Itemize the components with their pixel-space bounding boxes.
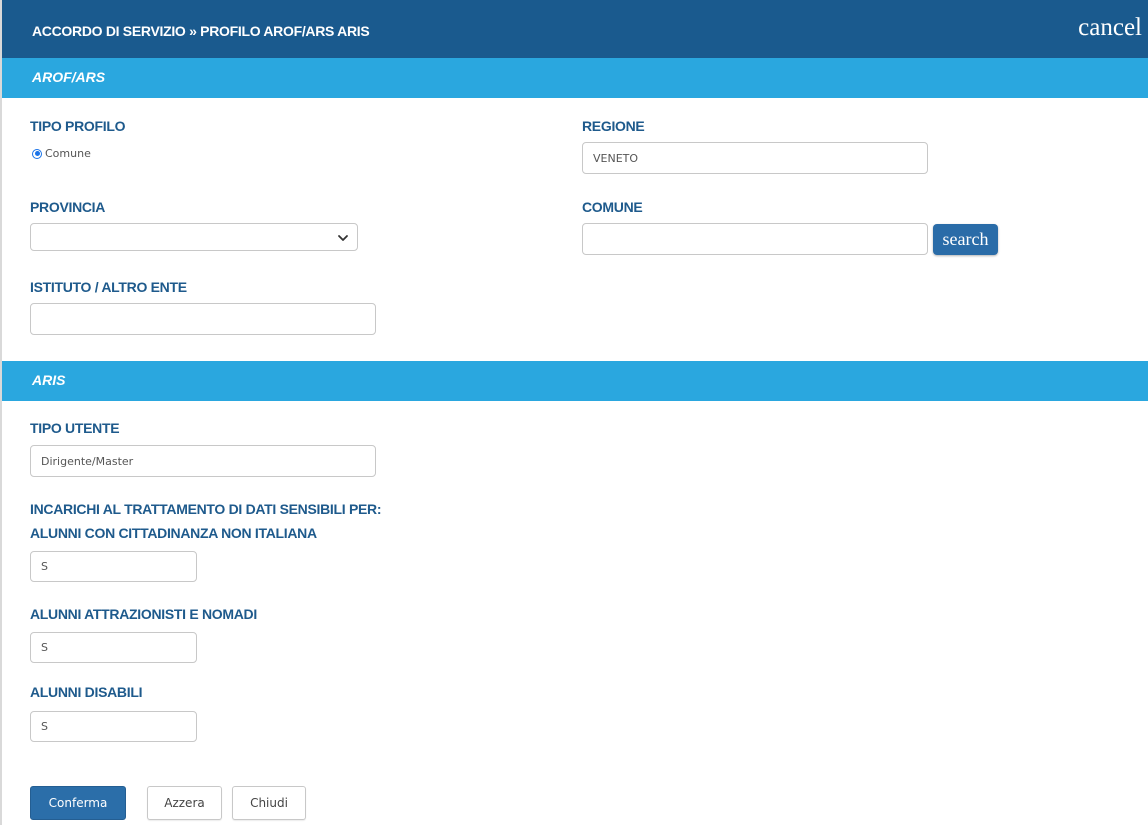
disabili-value: S	[41, 720, 48, 733]
title-bar: ACCORDO DI SERVIZIO » PROFILO AROF/ARS A…	[2, 0, 1148, 58]
regione-value: VENETO	[593, 151, 639, 165]
radio-selected-icon[interactable]	[32, 148, 42, 159]
tipo-utente-label: TIPO UTENTE	[30, 420, 120, 436]
incarichi-label: INCARICHI AL TRATTAMENTO DI DATI SENSIBI…	[30, 501, 382, 517]
nomadi-value: S	[41, 641, 48, 654]
comune-label: COMUNE	[582, 199, 643, 215]
section-title-aris: ARIS	[32, 372, 66, 388]
tipo-utente-value: Dirigente/Master	[41, 454, 134, 468]
istituto-field[interactable]	[30, 303, 376, 335]
chevron-down-icon	[338, 235, 348, 241]
istituto-label: ISTITUTO / ALTRO ENTE	[30, 279, 187, 295]
close-button[interactable]: Chiudi	[232, 786, 306, 820]
section-header-arof: AROF/ARS	[2, 58, 1148, 98]
section-header-aris: ARIS	[2, 361, 1148, 401]
nomadi-label: ALUNNI ATTRAZIONISTI E NOMADI	[30, 606, 257, 622]
cancel-link[interactable]: cancel	[1078, 14, 1142, 42]
regione-field[interactable]: VENETO	[582, 142, 928, 174]
disabili-label: ALUNNI DISABILI	[30, 684, 143, 700]
provincia-select[interactable]	[30, 223, 358, 251]
tipo-utente-field[interactable]: Dirigente/Master	[30, 445, 376, 477]
provincia-label: PROVINCIA	[30, 199, 106, 215]
search-button[interactable]: search	[933, 224, 998, 255]
cittadinanza-label: ALUNNI CON CITTADINANZA NON ITALIANA	[30, 525, 317, 541]
cittadinanza-field[interactable]: S	[30, 551, 197, 582]
regione-label: REGIONE	[582, 118, 645, 134]
reset-button[interactable]: Azzera	[147, 786, 222, 820]
confirm-button[interactable]: Conferma	[30, 786, 126, 820]
tipo-profilo-label: TIPO PROFILO	[30, 118, 126, 134]
dialog-window: ACCORDO DI SERVIZIO » PROFILO AROF/ARS A…	[0, 0, 1148, 825]
page-title: ACCORDO DI SERVIZIO » PROFILO AROF/ARS A…	[32, 23, 370, 39]
disabili-field[interactable]: S	[30, 711, 197, 742]
nomadi-field[interactable]: S	[30, 632, 197, 663]
tipo-profilo-radio-comune[interactable]: Comune	[32, 147, 91, 160]
radio-comune-label: Comune	[45, 147, 91, 160]
section-title-arof: AROF/ARS	[32, 69, 106, 85]
comune-field[interactable]	[582, 223, 928, 255]
cittadinanza-value: S	[41, 560, 48, 573]
